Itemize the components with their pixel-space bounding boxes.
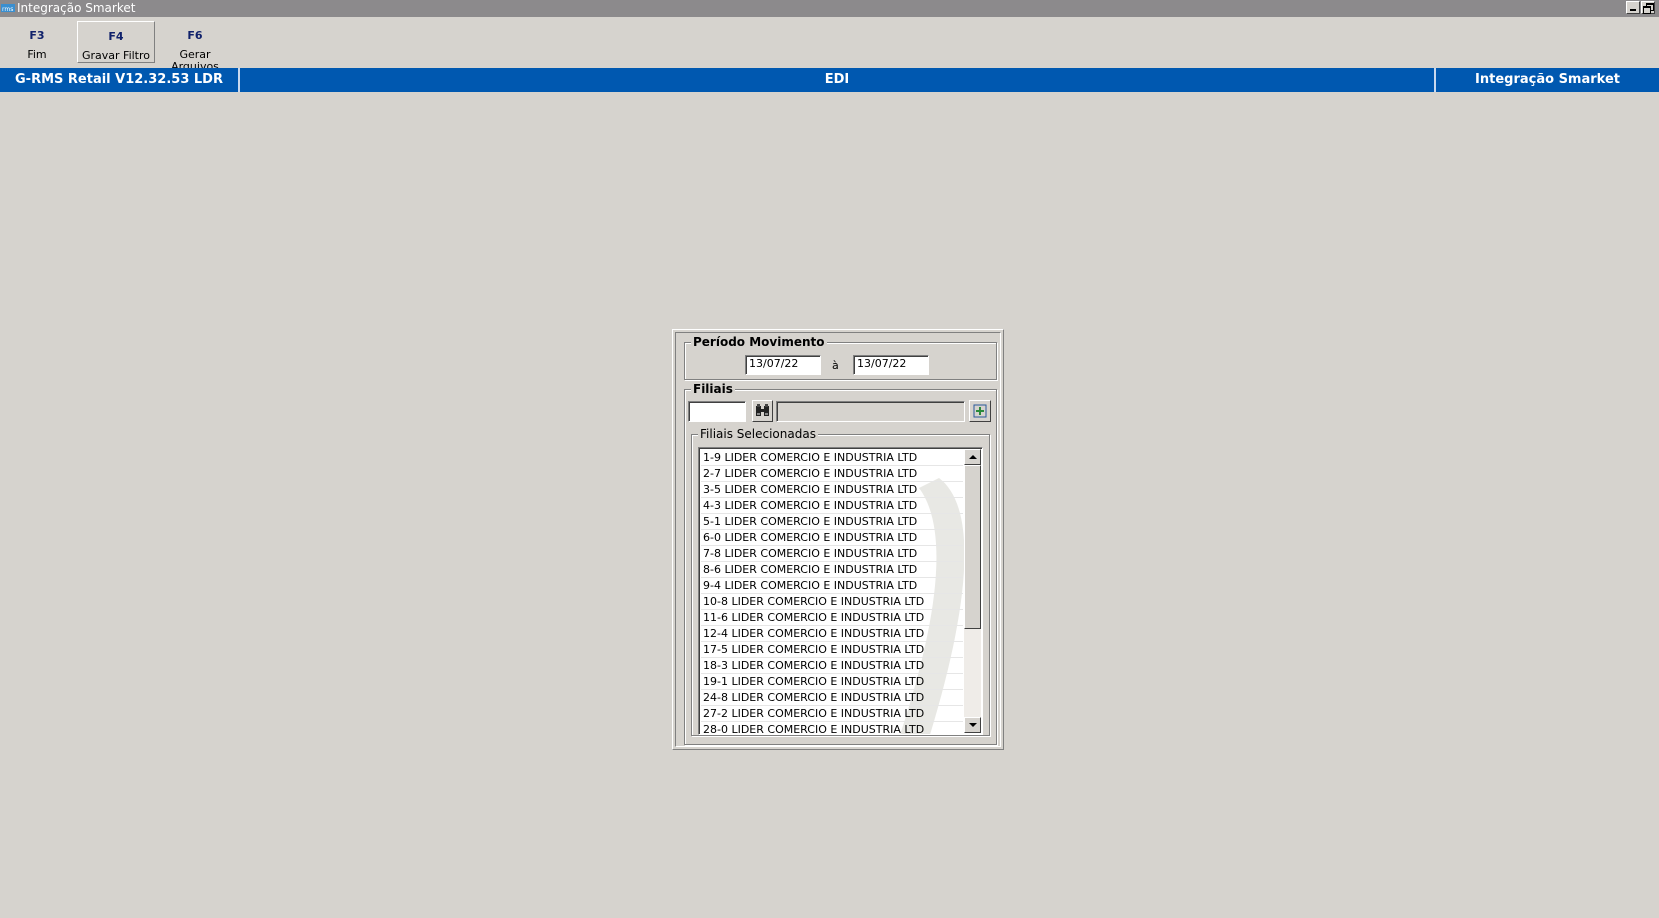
filial-list-item[interactable]: 9-4 LIDER COMERCIO E INDUSTRIA LTD [701, 578, 963, 594]
date-to-field[interactable]: 13/07/22 [853, 355, 929, 375]
filiais-legend: Filiais [691, 382, 735, 396]
fim-key: F3 [29, 29, 45, 42]
gravar-filtro-button[interactable]: F4 Gravar Filtro [77, 21, 155, 63]
binoculars-icon [756, 404, 769, 416]
filial-list-item[interactable]: 24-8 LIDER COMERCIO E INDUSTRIA LTD [701, 690, 963, 706]
filial-list-item[interactable]: 10-8 LIDER COMERCIO E INDUSTRIA LTD [701, 594, 963, 610]
filial-name-field [776, 401, 965, 422]
minimize-button[interactable] [1626, 1, 1640, 14]
filial-list-item[interactable]: 4-3 LIDER COMERCIO E INDUSTRIA LTD [701, 498, 963, 514]
filiais-selecionadas-group: Filiais Selecionadas 1-9 LIDER COMERCIO … [691, 427, 990, 736]
scroll-thumb[interactable] [964, 465, 981, 629]
title-bar: rms Integração Smarket [0, 0, 1659, 17]
filial-list-item[interactable]: 17-5 LIDER COMERCIO E INDUSTRIA LTD [701, 642, 963, 658]
add-icon [973, 404, 987, 418]
filial-list-item[interactable]: 2-7 LIDER COMERCIO E INDUSTRIA LTD [701, 466, 963, 482]
toolbar: F3 Fim F4 Gravar Filtro F6 Gerar Arquivo… [0, 19, 1659, 73]
screen-name: Integração Smarket [1475, 72, 1620, 87]
filial-list-item[interactable]: 28-0 LIDER COMERCIO E INDUSTRIA LTD [701, 722, 963, 734]
scroll-up-button[interactable] [964, 449, 981, 465]
filiais-group: Filiais Filiais Selecionadas 1-9 LIDER C… [684, 382, 997, 745]
periodo-movimento-legend: Período Movimento [691, 335, 827, 349]
filial-list-item[interactable]: 18-3 LIDER COMERCIO E INDUSTRIA LTD [701, 658, 963, 674]
filial-list-item[interactable]: 6-0 LIDER COMERCIO E INDUSTRIA LTD [701, 530, 963, 546]
restore-button[interactable] [1641, 1, 1655, 14]
window-title: Integração Smarket [17, 1, 136, 15]
filial-list-item[interactable]: 11-6 LIDER COMERCIO E INDUSTRIA LTD [701, 610, 963, 626]
header-bar: G-RMS Retail V12.32.53 LDR EDI Integraçã… [0, 68, 1659, 92]
filial-list-item[interactable]: 1-9 LIDER COMERCIO E INDUSTRIA LTD [701, 450, 963, 466]
filial-list-item[interactable]: 7-8 LIDER COMERCIO E INDUSTRIA LTD [701, 546, 963, 562]
date-separator: à [832, 359, 839, 372]
product-version: G-RMS Retail V12.32.53 LDR [15, 72, 223, 87]
module-name: EDI [238, 68, 1436, 92]
scroll-down-button[interactable] [964, 717, 981, 733]
fim-label: Fim [27, 48, 47, 61]
add-filial-button[interactable] [969, 400, 991, 422]
gerar-arquivos-button[interactable]: F6 Gerar Arquivos [155, 21, 235, 73]
filial-list-item[interactable]: 27-2 LIDER COMERCIO E INDUSTRIA LTD [701, 706, 963, 722]
fim-button[interactable]: F3 Fim [0, 21, 74, 63]
filter-panel-inner: Período Movimento 13/07/22 à 13/07/22 Fi… [675, 332, 1001, 747]
gravar-filtro-key: F4 [108, 30, 124, 43]
filial-list-item[interactable]: 19-1 LIDER COMERCIO E INDUSTRIA LTD [701, 674, 963, 690]
gravar-filtro-label: Gravar Filtro [81, 49, 151, 62]
search-filial-button[interactable] [752, 400, 773, 422]
svg-text:rms: rms [2, 6, 13, 13]
filial-list-item[interactable]: 3-5 LIDER COMERCIO E INDUSTRIA LTD [701, 482, 963, 498]
rms-app-icon: rms [1, 4, 15, 13]
filial-list-item[interactable]: 8-6 LIDER COMERCIO E INDUSTRIA LTD [701, 562, 963, 578]
filiais-selecionadas-legend: Filiais Selecionadas [698, 427, 818, 441]
filial-rows: 1-9 LIDER COMERCIO E INDUSTRIA LTD 2-7 LI… [701, 450, 963, 734]
filter-panel: Período Movimento 13/07/22 à 13/07/22 Fi… [672, 329, 1004, 750]
gerar-arquivos-key: F6 [187, 29, 203, 42]
list-scrollbar[interactable] [964, 449, 981, 733]
filial-list-item[interactable]: 5-1 LIDER COMERCIO E INDUSTRIA LTD [701, 514, 963, 530]
filiais-selecionadas-list[interactable]: 1-9 LIDER COMERCIO E INDUSTRIA LTD 2-7 LI… [698, 447, 983, 735]
filial-list-item[interactable]: 12-4 LIDER COMERCIO E INDUSTRIA LTD [701, 626, 963, 642]
date-from-field[interactable]: 13/07/22 [745, 355, 821, 375]
periodo-movimento-group: Período Movimento 13/07/22 à 13/07/22 [684, 335, 997, 380]
filial-code-input[interactable] [688, 401, 746, 422]
